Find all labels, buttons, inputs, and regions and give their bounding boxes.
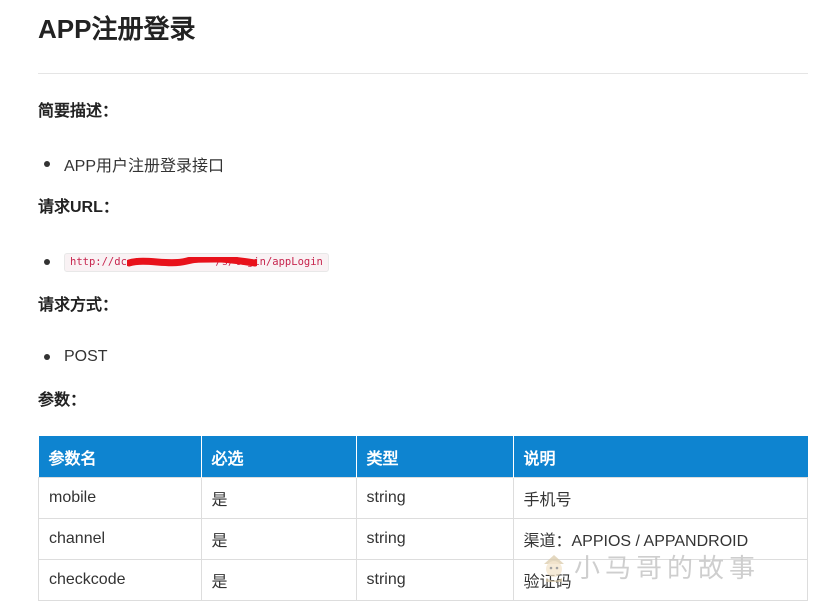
params-heading: 参数： xyxy=(38,392,87,409)
bullet-icon xyxy=(44,161,50,167)
bullet-icon xyxy=(44,354,50,360)
cell-required: 是 xyxy=(200,518,357,560)
description-item: APP用户注册登录接口 xyxy=(44,153,224,175)
cell-type: string xyxy=(355,518,514,560)
cell-required: 是 xyxy=(200,559,357,601)
cell-param-name: mobile xyxy=(38,477,202,519)
request-method-item: POST xyxy=(44,346,108,368)
table-row: mobile 是 string 手机号 xyxy=(38,477,808,519)
description-text: APP用户注册登录接口 xyxy=(64,158,225,175)
cell-description: 手机号 xyxy=(512,477,808,519)
page-title: APP注册登录 xyxy=(38,14,196,44)
request-method-heading: 请求方式： xyxy=(38,297,119,314)
redaction-scribble xyxy=(127,256,257,266)
header-description: 说明 xyxy=(513,436,808,478)
document-page: APP注册登录 简要描述： APP用户注册登录接口 请求URL： http://… xyxy=(0,0,835,604)
table-header-row: 参数名 必选 类型 说明 xyxy=(38,436,808,478)
watermark-text: 小马哥的故事 xyxy=(574,554,761,584)
cell-param-name: channel xyxy=(38,518,202,560)
header-required: 必选 xyxy=(201,436,357,478)
header-type: 类型 xyxy=(356,436,514,478)
mascot-icon xyxy=(544,554,564,582)
cell-required: 是 xyxy=(200,477,357,519)
cell-param-name: checkcode xyxy=(38,559,202,601)
cell-type: string xyxy=(355,559,514,601)
watermark: 小马哥的故事 xyxy=(540,548,760,585)
request-method-text: POST xyxy=(64,348,108,365)
description-heading: 简要描述： xyxy=(38,103,119,120)
cell-type: string xyxy=(355,477,514,519)
header-param-name: 参数名 xyxy=(38,436,202,478)
title-divider xyxy=(38,73,808,74)
request-url-code: http://dc /s/login/appLogin xyxy=(64,252,329,272)
bullet-icon xyxy=(44,259,50,265)
request-url-heading: 请求URL： xyxy=(38,199,119,216)
request-url-item: http://dc /s/login/appLogin xyxy=(44,251,329,273)
